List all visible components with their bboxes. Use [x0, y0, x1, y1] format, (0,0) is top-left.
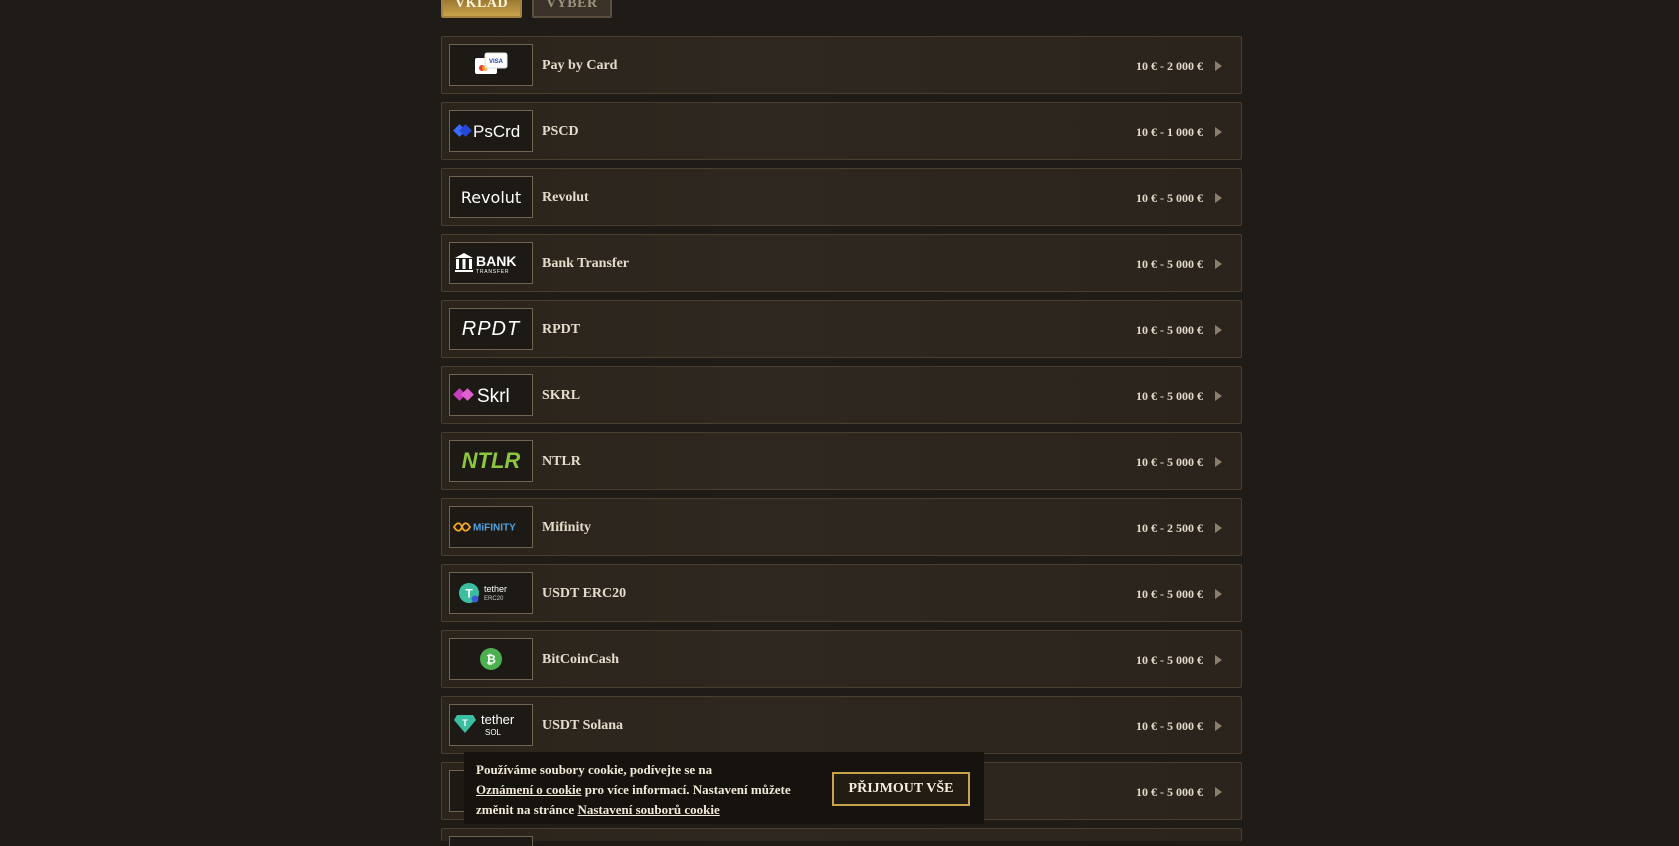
payment-logo-icon [449, 836, 533, 846]
cookie-text: Používáme soubory cookie, podívejte se n… [476, 760, 806, 820]
payment-method-row[interactable]: ₿ BitCoinCash 10 € - 5 000 € [441, 630, 1242, 688]
method-range: 10 € - 5 000 € [1136, 323, 1203, 337]
method-range: 10 € - 2 000 € [1136, 59, 1203, 73]
method-name: SKRL [542, 388, 581, 403]
method-range: 10 € - 5 000 € [1136, 719, 1203, 733]
cookie-banner: Používáme soubory cookie, podívejte se n… [464, 752, 984, 824]
method-name: Pay by Card [542, 58, 618, 73]
method-name: PSCD [542, 124, 579, 139]
method-name: Mifinity [542, 520, 591, 535]
method-range: 10 € - 2 500 € [1136, 521, 1203, 535]
svg-text:ERC20: ERC20 [484, 596, 504, 602]
chevron-right-icon [1215, 259, 1222, 269]
tab-withdraw[interactable]: VÝBĚR [532, 0, 612, 18]
payment-method-row[interactable]: MiFINITY Mifinity 10 € - 2 500 € [441, 498, 1242, 556]
svg-text:tether: tether [481, 712, 515, 727]
payment-method-row[interactable]: Revolut Revolut 10 € - 5 000 € [441, 168, 1242, 226]
chevron-right-icon [1215, 325, 1222, 335]
chevron-right-icon [1215, 721, 1222, 731]
method-name: USDT Solana [542, 718, 624, 733]
payment-method-row[interactable]: RPDT RPDT 10 € - 5 000 € [441, 300, 1242, 358]
chevron-right-icon [1215, 589, 1222, 599]
method-range: 10 € - 5 000 € [1136, 653, 1203, 667]
svg-text:TRANSFER: TRANSFER [476, 269, 509, 275]
chevron-right-icon [1215, 127, 1222, 137]
accept-all-button[interactable]: PŘIJMOUT VŠE [832, 772, 970, 806]
svg-text:VISA: VISA [489, 59, 504, 65]
tab-deposit[interactable]: VKLAD [441, 0, 523, 18]
cookie-settings-link[interactable]: Nastavení souborů cookie [577, 802, 719, 817]
method-name: Bank Transfer [542, 256, 629, 271]
tether-sol-logo-icon: T tether SOL [449, 704, 533, 746]
payment-method-row[interactable] [441, 828, 1242, 846]
chevron-right-icon [1215, 787, 1222, 797]
chevron-right-icon [1215, 655, 1222, 665]
method-name: Revolut [542, 190, 589, 205]
method-range: 10 € - 5 000 € [1136, 785, 1203, 799]
payment-method-row[interactable]: VISA Pay by Card 10 € - 2 000 € [441, 36, 1242, 94]
revolut-logo-text: Revolut [460, 187, 522, 207]
method-range: 10 € - 5 000 € [1136, 191, 1203, 205]
cookie-notice-link[interactable]: Oznámení o cookie [476, 782, 581, 797]
chevron-right-icon [1215, 391, 1222, 401]
payment-method-row[interactable]: PsCrd PSCD 10 € - 1 000 € [441, 102, 1242, 160]
payment-method-row[interactable]: T tether ERC20 USDT ERC20 10 € - 5 000 € [441, 564, 1242, 622]
payment-method-row[interactable]: NTLR NTLR 10 € - 5 000 € [441, 432, 1242, 490]
skrl-logo-icon: Skrl [449, 374, 533, 416]
method-range: 10 € - 5 000 € [1136, 389, 1203, 403]
svg-text:BANK: BANK [476, 253, 516, 269]
method-name: USDT ERC20 [542, 586, 627, 601]
chevron-right-icon [1215, 193, 1222, 203]
bitcoincash-logo-icon: ₿ [449, 638, 533, 680]
svg-text:PsCrd: PsCrd [473, 122, 520, 141]
chevron-right-icon [1215, 61, 1222, 71]
svg-text:₿: ₿ [486, 653, 496, 667]
pscrd-logo-icon: PsCrd [449, 110, 533, 152]
rpdt-logo-text: RPDT [461, 317, 521, 340]
method-range: 10 € - 1 000 € [1136, 125, 1203, 139]
revolut-logo-icon: Revolut [449, 176, 533, 218]
ntlr-logo-icon: NTLR [449, 440, 533, 482]
tether-erc20-logo-icon: T tether ERC20 [449, 572, 533, 614]
payment-method-row[interactable]: T tether SOL USDT Solana 10 € - 5 000 € [441, 696, 1242, 754]
svg-text:tether: tether [484, 584, 507, 594]
chevron-right-icon [1215, 523, 1222, 533]
ntlr-logo-text: NTLR [461, 448, 521, 473]
method-name: NTLR [542, 454, 581, 469]
svg-text:SOL: SOL [485, 728, 502, 737]
method-name: RPDT [542, 322, 581, 337]
payment-method-row[interactable]: Skrl SKRL 10 € - 5 000 € [441, 366, 1242, 424]
payment-method-row[interactable]: BANK TRANSFER Bank Transfer 10 € - 5 000… [441, 234, 1242, 292]
cookie-text-line: Používáme soubory cookie, podívejte se n… [476, 762, 713, 777]
method-range: 10 € - 5 000 € [1136, 455, 1203, 469]
method-range: 10 € - 5 000 € [1136, 587, 1203, 601]
svg-text:MiFINITY: MiFINITY [473, 523, 516, 534]
svg-text:T: T [462, 718, 468, 728]
mifinity-logo-icon: MiFINITY [449, 506, 533, 548]
svg-text:Skrl: Skrl [477, 386, 510, 407]
chevron-right-icon [1215, 457, 1222, 467]
payment-tabs: VKLAD VÝBĚR [441, 0, 612, 18]
method-range: 10 € - 5 000 € [1136, 257, 1203, 271]
rpdt-logo-icon: RPDT [449, 308, 533, 350]
method-name: BitCoinCash [542, 652, 620, 667]
card-logo-icon: VISA [449, 44, 533, 86]
bank-logo-icon: BANK TRANSFER [449, 242, 533, 284]
